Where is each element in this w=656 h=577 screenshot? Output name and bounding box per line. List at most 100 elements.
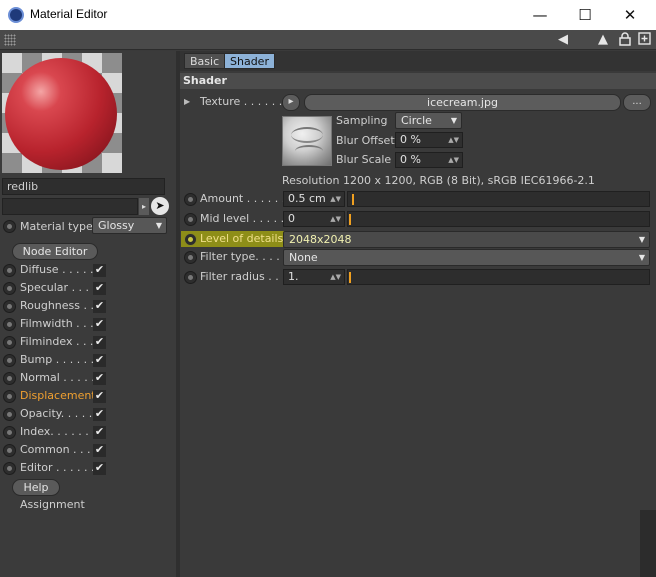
channel-label-common[interactable]: Common . . . . . (20, 443, 105, 456)
texture-file-button[interactable]: icecream.jpg (304, 94, 621, 111)
chevron-down-icon: ▼ (638, 253, 645, 262)
minimize-button[interactable]: — (520, 4, 560, 26)
blur-scale-label: Blur Scale (336, 153, 392, 166)
mid-level-input[interactable]: 0 ▲▼ (283, 211, 345, 227)
channel-label-editor[interactable]: Editor . . . . . . . (20, 461, 102, 474)
blur-scale-input[interactable]: 0 % ▲▼ (395, 152, 463, 168)
texture-menu-button[interactable]: ▸ (282, 94, 300, 111)
filter-radius-radio[interactable] (184, 271, 197, 284)
slider-handle[interactable] (349, 272, 351, 283)
channel-radio[interactable] (3, 354, 16, 367)
tab-basic[interactable]: Basic (184, 53, 226, 69)
material-type-dropdown[interactable]: Glossy ▼ (92, 217, 167, 234)
filter-radius-slider[interactable] (347, 269, 650, 285)
mid-level-slider[interactable] (347, 211, 650, 227)
channel-radio[interactable] (3, 462, 16, 475)
node-editor-button[interactable]: Node Editor (12, 243, 98, 260)
stepper-arrows-icon[interactable]: ▲▼ (330, 192, 341, 206)
channel-checkbox-diffuse[interactable]: ✔ (93, 264, 106, 277)
resolution-text: Resolution 1200 x 1200, RGB (8 Bit), sRG… (282, 174, 595, 187)
channel-checkbox-filmindex[interactable]: ✔ (93, 336, 106, 349)
preview-sphere (5, 58, 117, 170)
filter-radius-input[interactable]: 1. ▲▼ (283, 269, 345, 285)
channel-checkbox-displacement[interactable]: ✔ (93, 390, 106, 403)
material-name-field[interactable]: redlib (2, 178, 165, 195)
channel-radio[interactable] (3, 408, 16, 421)
channel-checkbox-opacity[interactable]: ✔ (93, 408, 106, 421)
channel-checkbox-editor[interactable]: ✔ (93, 462, 106, 475)
channel-checkbox-index[interactable]: ✔ (93, 426, 106, 439)
new-window-icon[interactable] (636, 32, 652, 48)
pick-cursor-icon[interactable]: ➤ (151, 197, 169, 215)
channel-label-displacement[interactable]: Displacement (20, 389, 96, 402)
sampling-dropdown[interactable]: Circle ▼ (395, 112, 462, 129)
channel-checkbox-bump[interactable]: ✔ (93, 354, 106, 367)
channel-label-filmindex[interactable]: Filmindex . . . . (20, 335, 100, 348)
slider-handle[interactable] (349, 214, 351, 225)
channel-label-specular[interactable]: Specular . . . . . (20, 281, 103, 294)
channel-radio[interactable] (3, 282, 16, 295)
channel-radio[interactable] (3, 372, 16, 385)
level-of-details-dropdown[interactable]: 2048x2048 ▼ (283, 231, 650, 248)
blur-offset-input[interactable]: 0 % ▲▼ (395, 132, 463, 148)
channel-checkbox-common[interactable]: ✔ (93, 444, 106, 457)
channel-label-index[interactable]: Index. . . . . . . . (20, 425, 103, 438)
channel-radio[interactable] (3, 300, 16, 313)
stepper-arrows-icon[interactable]: ▲▼ (330, 270, 341, 284)
channel-checkbox-specular[interactable]: ✔ (93, 282, 106, 295)
tab-bar: Basic Shader (180, 51, 656, 71)
texture-thumbnail[interactable] (282, 116, 332, 166)
stepper-arrows-icon[interactable]: ▲▼ (330, 212, 341, 226)
mid-level-radio[interactable] (184, 213, 197, 226)
mid-level-label: Mid level . . . . . . (200, 212, 292, 225)
material-preview[interactable] (2, 53, 122, 173)
stepper-arrows-icon[interactable]: ▲▼ (448, 133, 459, 147)
material-type-radio[interactable] (3, 220, 16, 233)
channel-label-filmwidth[interactable]: Filmwidth . . . . (20, 317, 101, 330)
channel-radio[interactable] (3, 390, 16, 403)
channel-label-bump[interactable]: Bump . . . . . . . (20, 353, 101, 366)
mid-level-value: 0 (288, 212, 295, 225)
filter-type-dropdown[interactable]: None ▼ (283, 249, 650, 266)
channel-checkbox-filmwidth[interactable]: ✔ (93, 318, 106, 331)
slider-handle[interactable] (352, 194, 354, 205)
link-arrow-button[interactable]: ▸ (139, 198, 149, 215)
texture-label: Texture . . . . . . . (200, 95, 290, 108)
window-title: Material Editor (30, 7, 108, 21)
amount-label: Amount . . . . . . . (200, 192, 293, 205)
channel-radio[interactable] (3, 318, 16, 331)
channel-checkbox-roughness[interactable]: ✔ (93, 300, 106, 313)
channel-label-normal[interactable]: Normal . . . . . . (20, 371, 102, 384)
channel-checkbox-normal[interactable]: ✔ (93, 372, 106, 385)
expand-triangle-icon[interactable]: ▶ (184, 97, 190, 106)
chevron-down-icon: ▼ (638, 235, 645, 244)
lock-icon[interactable] (618, 32, 632, 48)
filter-type-value: None (289, 251, 318, 264)
tab-shader[interactable]: Shader (224, 53, 275, 69)
level-of-details-value: 2048x2048 (289, 233, 352, 246)
close-button[interactable]: ✕ (610, 4, 650, 26)
filter-type-radio[interactable] (184, 251, 197, 264)
channel-radio[interactable] (3, 264, 16, 277)
channel-radio[interactable] (3, 336, 16, 349)
material-type-label: Material type (20, 220, 93, 233)
assignment-link[interactable]: Assignment (20, 498, 85, 511)
level-of-details-radio[interactable] (184, 233, 197, 246)
channel-label-roughness[interactable]: Roughness . . . (20, 299, 101, 312)
back-arrow-icon[interactable]: ◀ (552, 32, 574, 48)
filter-radius-label: Filter radius . . . (200, 270, 286, 283)
help-button[interactable]: Help (12, 479, 60, 496)
stepper-arrows-icon[interactable]: ▲▼ (448, 153, 459, 167)
scroll-area[interactable] (640, 510, 656, 577)
toolbar: ◀ ▲ (0, 30, 656, 50)
maximize-button[interactable]: ☐ (565, 4, 605, 26)
amount-slider[interactable] (347, 191, 650, 207)
amount-input[interactable]: 0.5 cm ▲▼ (283, 191, 345, 207)
link-field[interactable] (2, 198, 138, 215)
channel-label-diffuse[interactable]: Diffuse . . . . . . (20, 263, 101, 276)
amount-radio[interactable] (184, 193, 197, 206)
texture-browse-button[interactable]: ... (623, 94, 651, 111)
channel-radio[interactable] (3, 426, 16, 439)
channel-radio[interactable] (3, 444, 16, 457)
up-arrow-icon[interactable]: ▲ (596, 32, 610, 48)
